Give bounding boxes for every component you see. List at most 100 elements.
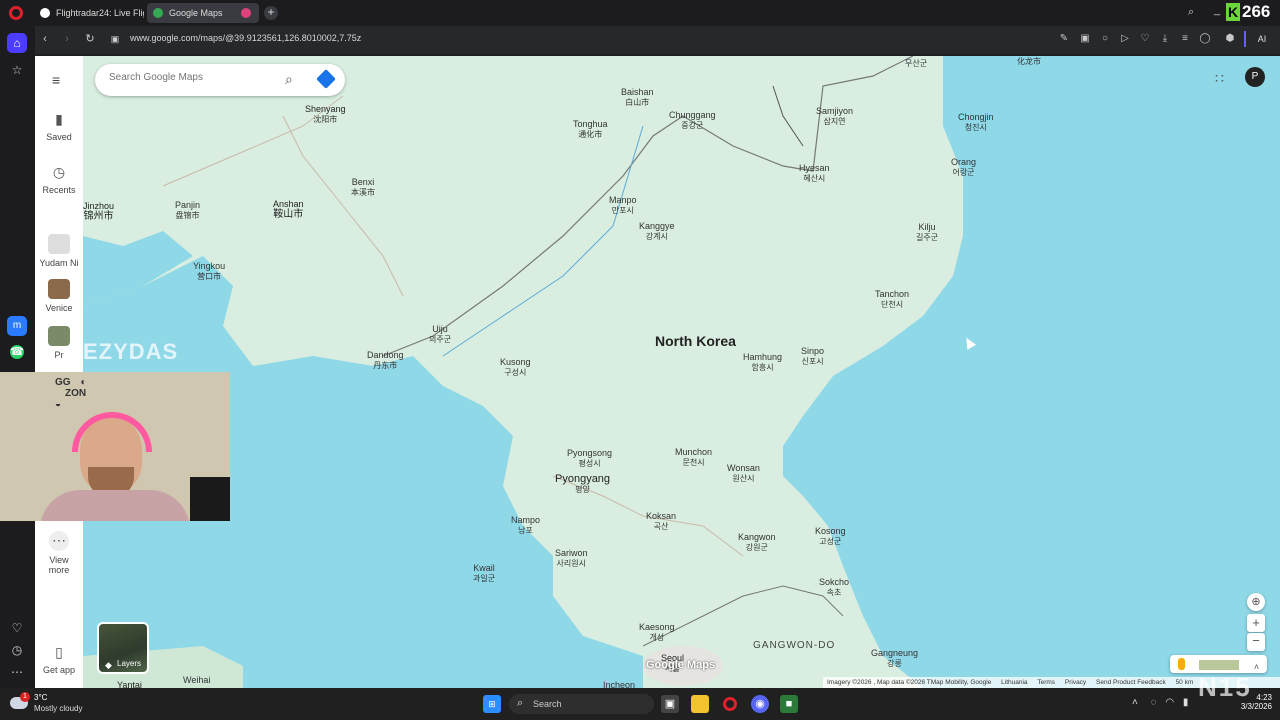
recent-item[interactable]: Venice <box>35 279 83 313</box>
zoom-in-button[interactable]: + <box>1247 614 1265 632</box>
place-label[interactable]: Chunggang 중강군 <box>669 110 716 131</box>
ai-button[interactable]: AI <box>1244 31 1278 47</box>
opera-logo-icon[interactable] <box>9 6 23 20</box>
privacy-link[interactable]: Privacy <box>1065 679 1086 686</box>
wifi-icon[interactable]: ◠ <box>1165 697 1174 708</box>
minimize-button[interactable]: _ <box>1214 4 1220 16</box>
place-label[interactable]: Orang 어랑군 <box>951 157 976 178</box>
app-icon[interactable]: ■ <box>780 695 798 713</box>
place-label[interactable]: Wonsan 원산시 <box>727 463 760 484</box>
search-box[interactable]: ⌕ <box>95 64 345 96</box>
recent-item[interactable]: Yudam Ni <box>35 234 83 268</box>
account-avatar[interactable]: P <box>1245 67 1265 87</box>
network-icon[interactable]: ◌ <box>1151 697 1157 708</box>
place-label[interactable]: Shenyang 沈阳市 <box>305 104 346 125</box>
place-label[interactable]: Kaesong 개성 <box>639 622 675 643</box>
star-icon[interactable]: ☆ <box>7 60 27 80</box>
menu-icon[interactable]: ≡ <box>1179 33 1191 45</box>
apps-grid-icon[interactable]: ∷ <box>1215 70 1224 87</box>
messenger-icon[interactable]: m <box>7 316 27 336</box>
home-icon[interactable]: ⌂ <box>7 33 27 53</box>
place-label[interactable]: Anshan 鞍山市 <box>273 199 304 220</box>
taskbar-search[interactable]: ⌕ Search <box>509 694 654 714</box>
url-field[interactable]: www.google.com/maps/@39.9123561,126.8010… <box>130 33 361 43</box>
layers-button[interactable]: ◆ Layers <box>97 622 149 674</box>
place-label[interactable]: Manpo 만포시 <box>609 195 637 216</box>
directions-icon[interactable] <box>316 69 336 89</box>
place-label[interactable]: Hamhung 함흥시 <box>743 352 782 373</box>
place-label[interactable]: Benxi 本溪市 <box>351 177 375 198</box>
extensions-icon[interactable]: ⬢ <box>1224 33 1236 45</box>
back-button[interactable]: ‹ <box>38 32 52 46</box>
camera-icon[interactable]: ▣ <box>1079 33 1091 45</box>
map-canvas[interactable]: Shenyang 沈阳市 Benxi 本溪市 Jinzhou 锦州市 Panjin 盘锦… <box>83 56 1280 688</box>
place-label[interactable]: Kusong 구성시 <box>500 357 531 378</box>
place-label[interactable]: Pyongyang 평양 <box>555 474 610 495</box>
shield-icon[interactable]: ○ <box>1099 33 1111 45</box>
terms-link[interactable]: Terms <box>1037 679 1055 686</box>
place-label[interactable]: Tanchon 단천시 <box>875 289 909 310</box>
place-label[interactable]: Jinzhou 锦州市 <box>83 201 114 222</box>
place-label[interactable]: Tonghua 通化市 <box>573 119 608 140</box>
place-label[interactable]: Hyesan 혜산시 <box>799 163 830 184</box>
hamburger-menu-icon[interactable]: ≡ <box>52 72 60 88</box>
discord-icon[interactable]: ◉ <box>751 695 769 713</box>
place-label[interactable]: Munchon 문천시 <box>675 447 712 468</box>
place-label[interactable]: Weihai <box>183 675 210 686</box>
place-label[interactable]: Sariwon 사리원시 <box>555 548 588 569</box>
tab-close-icon[interactable] <box>241 8 251 18</box>
get-app-button[interactable]: ▯ Get app <box>35 644 83 675</box>
place-label[interactable]: Yingkou 营口市 <box>193 261 225 282</box>
search-input[interactable] <box>109 72 279 83</box>
place-label[interactable]: Nampo 남포 <box>511 515 540 536</box>
place-label[interactable]: Chongjin 청진시 <box>958 112 994 133</box>
saved-button[interactable]: ▮ Saved <box>35 111 83 142</box>
tab-flightradar[interactable]: Flightradar24: Live Flight T <box>34 3 144 23</box>
place-label[interactable]: Koksan 곡산 <box>646 511 676 532</box>
imagery-thumb-icon[interactable] <box>1199 660 1240 670</box>
place-label[interactable]: Uiju 의주군 <box>429 324 451 345</box>
pegman-toolbar[interactable]: ˄ <box>1170 655 1267 673</box>
tray-chevron-icon[interactable]: ˄ <box>1132 697 1138 708</box>
more-icon[interactable]: ⋯ <box>7 662 27 682</box>
country-label[interactable]: North Korea <box>655 333 736 349</box>
zoom-out-button[interactable]: − <box>1247 633 1265 651</box>
expand-icon[interactable]: ˄ <box>1254 662 1259 672</box>
search-icon[interactable]: ⌕ <box>285 71 293 88</box>
opera-taskbar-icon[interactable] <box>721 695 739 713</box>
place-label[interactable]: Kangwon 강원군 <box>738 532 776 553</box>
reload-button[interactable]: ↻ <box>83 32 97 46</box>
profile-icon[interactable]: ◯ <box>1199 33 1211 45</box>
download-icon[interactable]: ⤓ <box>1159 33 1171 45</box>
whatsapp-icon[interactable]: ☎ <box>7 342 27 362</box>
edit-icon[interactable]: ✎ <box>1058 33 1070 45</box>
tab-search-icon[interactable]: ⌕ <box>1188 6 1194 19</box>
place-label[interactable]: Sokcho 속초 <box>819 577 849 598</box>
place-label[interactable]: Pyongsong 평성시 <box>567 448 612 469</box>
heart-sidebar-icon[interactable]: ♡ <box>7 618 27 638</box>
place-label[interactable]: Panjin 盘锦市 <box>175 200 200 221</box>
history-icon[interactable]: ◷ <box>7 640 27 660</box>
new-tab-button[interactable]: + <box>264 6 278 20</box>
place-label[interactable]: Incheon <box>603 680 635 688</box>
view-more-button[interactable]: ⋯ View more <box>35 531 83 575</box>
place-label[interactable]: Kilju 길주군 <box>916 222 938 243</box>
forward-button[interactable]: › <box>60 32 74 46</box>
play-icon[interactable]: ▷ <box>1119 33 1131 45</box>
windows-start-icon[interactable]: ⊞ <box>483 695 501 713</box>
place-label[interactable]: Kwail 과일군 <box>473 563 495 584</box>
feedback-link[interactable]: Send Product Feedback <box>1096 679 1166 686</box>
place-label[interactable]: Kosong 고성군 <box>815 526 846 547</box>
heart-icon[interactable]: ♡ <box>1139 33 1151 45</box>
place-label[interactable]: Gangneung 강릉 <box>871 648 918 669</box>
mic-icon[interactable]: ▮ <box>1183 697 1189 708</box>
my-location-button[interactable]: ⊕ <box>1247 593 1265 611</box>
pegman-icon[interactable] <box>1178 658 1185 670</box>
recents-button[interactable]: ◷ Recents <box>35 164 83 195</box>
region-link[interactable]: Lithuania <box>1001 679 1027 686</box>
file-explorer-icon[interactable] <box>691 695 709 713</box>
recent-item[interactable]: Pr <box>35 326 83 360</box>
place-label[interactable]: Samjiyon 삼지연 <box>816 106 853 127</box>
place-label[interactable]: Sinpo 신포시 <box>801 346 824 367</box>
task-view-icon[interactable]: ▣ <box>661 695 679 713</box>
